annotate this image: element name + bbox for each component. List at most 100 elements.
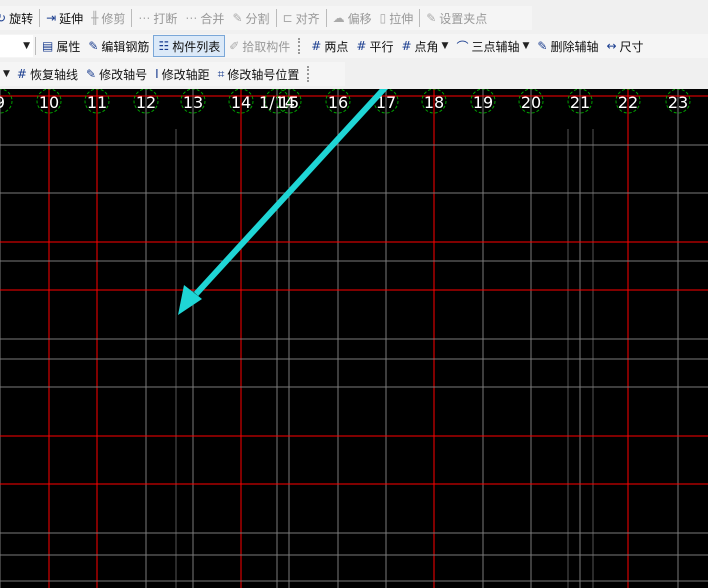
button-label: 延伸 <box>59 11 84 26</box>
edit-axis-spacing-button[interactable]: I 修改轴距 <box>151 63 214 85</box>
trim-icon: ╫ <box>91 11 99 25</box>
parallel-icon: # <box>356 39 367 53</box>
button-label: 分割 <box>245 11 270 26</box>
merge-icon: ⋯ <box>185 11 198 25</box>
parallel-button[interactable]: # 平行 <box>352 35 397 57</box>
button-label: 修改轴距 <box>161 67 210 82</box>
annotation-arrow-shaft <box>193 89 388 297</box>
align-button[interactable]: ⊏ 对齐 <box>279 7 324 29</box>
axis-number-label: 19 <box>473 93 493 112</box>
align-icon: ⊏ <box>282 11 293 25</box>
button-label: 尺寸 <box>619 39 644 54</box>
axis-number-label: 16 <box>328 93 348 112</box>
button-label: 打断 <box>153 11 178 26</box>
rotate-button[interactable]: ↻ 旋转 <box>0 7 37 29</box>
axis-number-label: 20 <box>521 93 541 112</box>
two-point-icon: # <box>311 39 322 53</box>
offset-button[interactable]: ☁ 偏移 <box>329 7 376 29</box>
extend-icon: ⇥ <box>46 11 57 25</box>
divider <box>275 9 277 27</box>
grip-point-button[interactable]: ✎ 设置夹点 <box>422 7 491 29</box>
divider <box>325 9 327 27</box>
button-label: 点角 <box>414 39 439 54</box>
axis-number-label: 21 <box>570 93 590 112</box>
divider <box>419 9 421 27</box>
axis-number-label: 14 <box>231 93 251 112</box>
edit-axis-number-button[interactable]: ✎ 修改轴号 <box>82 63 151 85</box>
offset-icon: ☁ <box>332 11 345 25</box>
three-point-axis-icon: ⌒ <box>456 39 469 54</box>
delete-axis-button[interactable]: ✎ 删除辅轴 <box>533 35 602 57</box>
pick-component-icon: ✐ <box>229 39 240 53</box>
toolbar-component: ▼ ▤ 属性 ✎ 编辑钢筋 ☷ 构件列表 ✐ 拾取构件 # 两点 # 平行 # 点角 ▼ ⌒ 三点辅轴 ▼ ✎ 删除辅… <box>0 34 708 58</box>
split-icon: ✎ <box>232 11 243 25</box>
delete-axis-icon: ✎ <box>537 39 548 53</box>
rotate-icon: ↻ <box>0 11 7 25</box>
point-angle-icon: # <box>401 39 412 53</box>
button-label: 两点 <box>324 39 349 54</box>
properties-button[interactable]: ▤ 属性 <box>38 35 84 57</box>
drawing-canvas[interactable]: 910111213141/14151617181920212223 <box>0 89 708 588</box>
button-label: 设置夹点 <box>439 11 488 26</box>
divider <box>35 37 36 55</box>
toolbar-grip[interactable] <box>298 38 303 54</box>
extend-button[interactable]: ⇥ 延伸 <box>42 7 87 29</box>
axis-number-label: 22 <box>618 93 638 112</box>
pick-component-button[interactable]: ✐ 拾取构件 <box>225 35 294 57</box>
button-label: 旋转 <box>9 11 34 26</box>
break-button[interactable]: ⋯ 打断 <box>134 7 181 29</box>
restore-axis-button[interactable]: # 恢复轴线 <box>13 63 82 85</box>
point-angle-button[interactable]: # 点角 ▼ <box>397 35 452 57</box>
grid-svg: 910111213141/14151617181920212223 <box>0 89 708 588</box>
two-point-button[interactable]: # 两点 <box>307 35 352 57</box>
three-point-axis-button[interactable]: ⌒ 三点辅轴 ▼ <box>452 35 533 57</box>
axis-number-label: 13 <box>183 93 203 112</box>
trim-button[interactable]: ╫ 修剪 <box>87 7 129 29</box>
button-label: 平行 <box>369 39 394 54</box>
axis-number-label: 11 <box>87 93 107 112</box>
button-label: 拉伸 <box>389 11 414 26</box>
dimension-icon: ↔ <box>606 39 617 53</box>
button-label: 修改轴号位置 <box>227 67 300 82</box>
edit-axis-label-position-icon: ⌗ <box>217 66 225 81</box>
button-label: 对齐 <box>295 11 320 26</box>
divider <box>39 9 41 27</box>
stretch-icon: ▯ <box>379 11 387 25</box>
button-label: 合并 <box>200 11 225 26</box>
merge-button[interactable]: ⋯ 合并 <box>181 7 228 29</box>
button-label: 构件列表 <box>172 39 221 54</box>
restore-axis-icon: # <box>16 67 27 81</box>
axis-number-label: 12 <box>136 93 156 112</box>
button-label: 删除辅轴 <box>550 39 599 54</box>
dimension-button[interactable]: ↔ 尺寸 <box>602 35 647 57</box>
break-icon: ⋯ <box>138 11 151 25</box>
stretch-button[interactable]: ▯ 拉伸 <box>376 7 418 29</box>
button-label: 修改轴号 <box>99 67 148 82</box>
component-list-button[interactable]: ☷ 构件列表 <box>153 35 226 57</box>
axis-number-label: 9 <box>0 93 5 112</box>
component-list-icon: ☷ <box>158 39 170 53</box>
button-label: 恢复轴线 <box>29 67 78 82</box>
toolbar-axis: ▼ # 恢复轴线 ✎ 修改轴号 I 修改轴距 ⌗ 修改轴号位置 <box>0 62 345 86</box>
edit-axis-label-position-button[interactable]: ⌗ 修改轴号位置 <box>214 63 304 85</box>
toolbar-grip[interactable] <box>307 66 312 82</box>
edit-rebar-icon: ✎ <box>88 39 99 53</box>
properties-icon: ▤ <box>42 39 54 53</box>
axis-number-label: 23 <box>668 93 688 112</box>
button-label: 属性 <box>56 39 81 54</box>
split-button[interactable]: ✎ 分割 <box>228 7 273 29</box>
divider <box>131 9 133 27</box>
button-label: 编辑钢筋 <box>101 39 150 54</box>
button-label: 偏移 <box>347 11 372 26</box>
layer-select[interactable]: ▼ <box>0 35 33 57</box>
axis-number-label: 10 <box>39 93 59 112</box>
button-label: 拾取构件 <box>242 39 291 54</box>
edit-rebar-button[interactable]: ✎ 编辑钢筋 <box>84 35 153 57</box>
edit-axis-number-icon: ✎ <box>86 67 97 81</box>
button-label: 修剪 <box>101 11 126 26</box>
dropdown-arrow[interactable]: ▼ <box>0 69 13 79</box>
button-label: 三点辅轴 <box>471 39 520 54</box>
dropdown-arrow[interactable]: ▼ <box>442 41 449 51</box>
dropdown-arrow[interactable]: ▼ <box>522 41 529 51</box>
axis-number-label: 15 <box>279 93 299 112</box>
